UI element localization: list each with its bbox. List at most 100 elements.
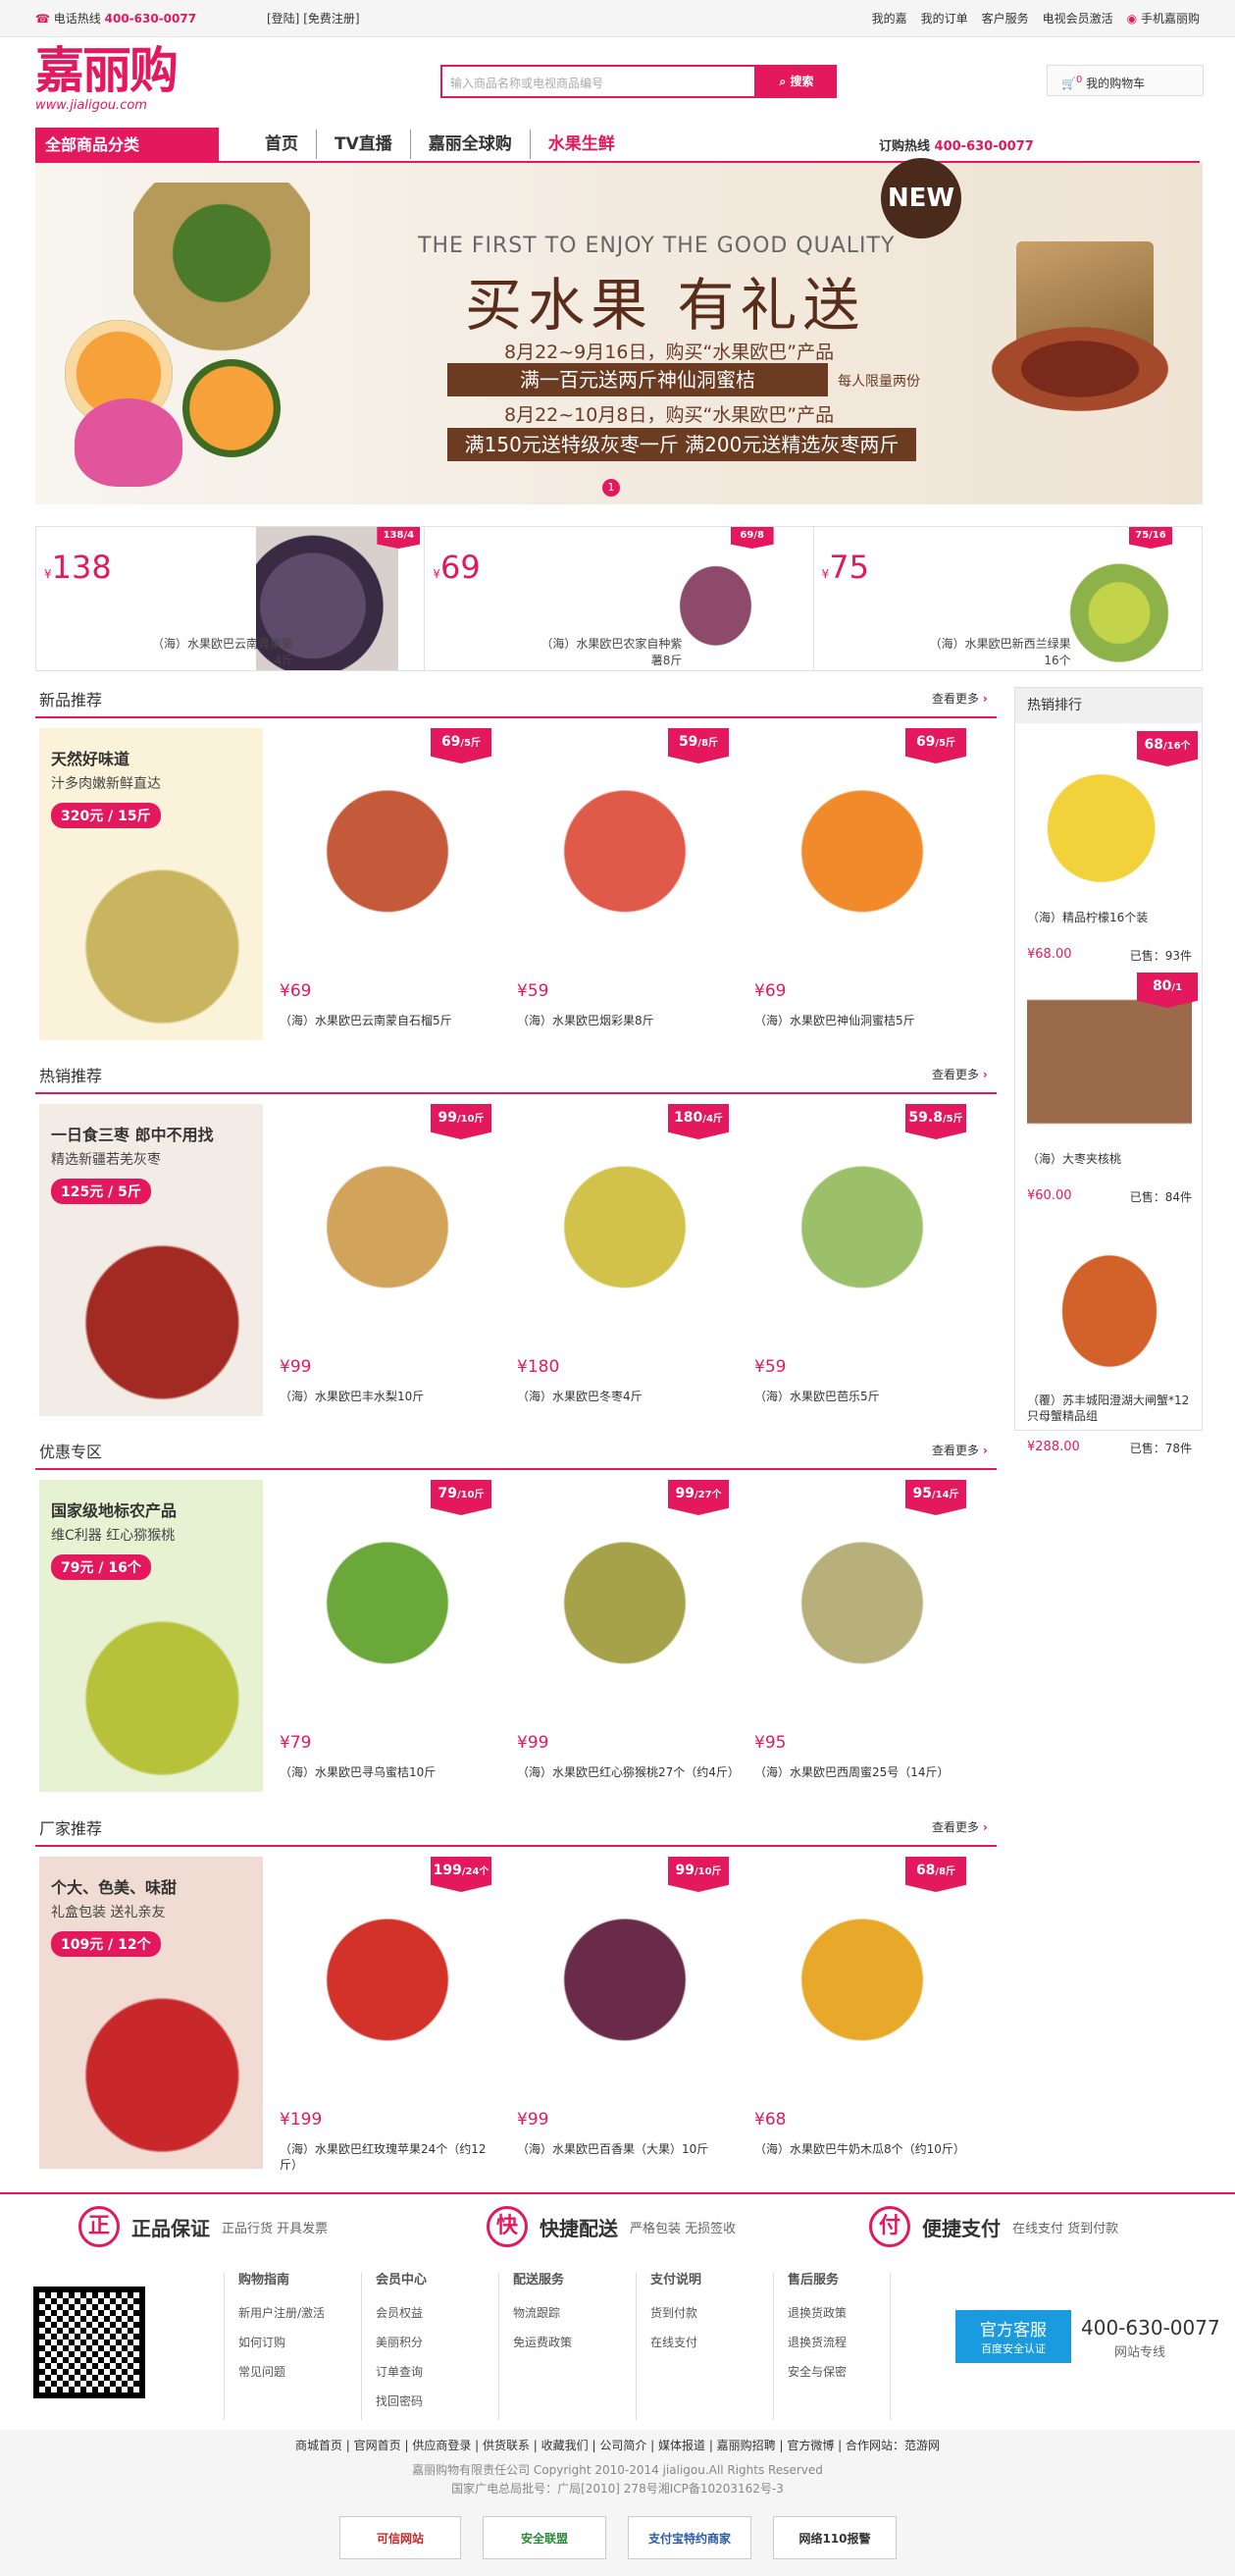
nav-tv-live[interactable]: TV直播: [317, 130, 411, 159]
mobile-icon: ◉: [1126, 12, 1138, 26]
guarantee-payment: 付 便捷支付 在线支付 货到付款: [869, 2206, 1118, 2247]
official-service-button[interactable]: 官方客服 百度安全认证: [955, 2310, 1071, 2363]
price-tag: 99/10斤: [668, 1857, 729, 1892]
footer-link[interactable]: 安全与保密: [788, 2357, 890, 2387]
hot-ranking-sidebar: 热销排行 68/16个 （海）精品柠檬16个装 ¥68.00 已售：93件 80…: [1014, 687, 1203, 1455]
nav-global[interactable]: 嘉丽全球购: [411, 130, 531, 159]
product-card[interactable]: 99/10斤 ¥99 （海）水果欧巴丰水梨10斤: [276, 1104, 499, 1416]
see-more-link[interactable]: 查看更多 ›: [932, 1066, 988, 1082]
ranking-item[interactable]: （覆）苏丰城阳澄湖大闸蟹*12只母蟹精品组 ¥288.00 已售：78件: [1015, 1214, 1202, 1455]
footer-phone: 400-630-0077: [1081, 2316, 1220, 2339]
footer-col-delivery: 配送服务 物流跟踪 免运费政策: [498, 2273, 636, 2420]
guarantee-authentic: 正 正品保证 正品行货 开具发票: [78, 2206, 328, 2247]
footer-link[interactable]: 常见问题: [238, 2357, 361, 2387]
footer-link[interactable]: 退换货政策: [788, 2298, 890, 2328]
product-card[interactable]: 68/8斤 ¥68 （海）水果欧巴牛奶木瓜8个（约10斤）: [750, 1857, 974, 2169]
footer-col-payment: 支付说明 货到付款 在线支付: [636, 2273, 773, 2420]
carousel-dot[interactable]: 1: [602, 479, 620, 497]
footer-link[interactable]: 在线支付: [650, 2328, 773, 2357]
product-card[interactable]: 69/5斤 ¥69 （海）水果欧巴云南蒙自石榴5斤: [276, 728, 499, 1040]
promo-item[interactable]: ¥75 75/16 （海）水果欧巴新西兰绿果16个: [814, 527, 1202, 670]
product-card[interactable]: 199/24个 ¥199 （海）水果欧巴红玫瑰苹果24个（约12斤）: [276, 1857, 499, 2172]
footer-link[interactable]: 如何订购: [238, 2328, 361, 2357]
promo-item[interactable]: ¥138 138/4 （海）水果欧巴云南青果葡4斤: [36, 527, 426, 670]
nav-fruit[interactable]: 水果生鲜: [531, 130, 633, 159]
section-divider: [35, 716, 997, 718]
sidebar-title: 热销排行: [1015, 688, 1202, 723]
price-tag: 68/16个: [1137, 731, 1198, 766]
product-card[interactable]: 59/8斤 ¥59 （海）水果欧巴烟彩果8斤: [513, 728, 737, 1040]
featured-promo[interactable]: 国家级地标农产品 维C利器 红心猕猴桃 79元 / 16个: [39, 1480, 263, 1792]
product-card[interactable]: 99/27个 ¥99 （海）水果欧巴红心猕猴桃27个（约4斤）: [513, 1480, 740, 1792]
footer-link[interactable]: 免运费政策: [513, 2328, 636, 2357]
featured-promo[interactable]: 一日食三枣 郎中不用找 精选新疆若羌灰枣 125元 / 5斤: [39, 1104, 263, 1416]
footer-link[interactable]: 物流跟踪: [513, 2298, 636, 2328]
footer-link[interactable]: 退换货流程: [788, 2328, 890, 2357]
guarantee-delivery: 快 快捷配送 严格包装 无损签收: [487, 2206, 736, 2247]
footer-link[interactable]: 会员权益: [376, 2298, 498, 2328]
search-button[interactable]: ⌕ 搜索: [756, 65, 837, 98]
top-links: 我的嘉 我的订单 客户服务 电视会员激活 ◉ 手机嘉丽购: [872, 10, 1200, 26]
featured-promo[interactable]: 天然好味道 汁多肉嫩新鲜直达 320元 / 15斤: [39, 728, 263, 1040]
top-link-tv-activate[interactable]: 电视会员激活: [1043, 10, 1113, 26]
search-input[interactable]: 输入商品名称或电视商品编号: [440, 65, 756, 98]
footer-columns: 购物指南 新用户注册/激活 如何订购 常见问题 会员中心 会员权益 美丽积分 订…: [224, 2273, 891, 2420]
price-tag: 59/8斤: [668, 728, 729, 763]
ranking-item[interactable]: 68/16个 （海）精品柠檬16个装 ¥68.00 已售：93件: [1015, 731, 1202, 967]
product-card[interactable]: 69/5斤 ¥69 （海）水果欧巴神仙洞蜜桔5斤: [750, 728, 974, 1040]
promo-item[interactable]: ¥69 69/8 （海）水果欧巴农家自种紫薯8斤: [425, 527, 814, 670]
see-more-link[interactable]: 查看更多 ›: [932, 1442, 988, 1458]
product-card[interactable]: 79/10斤 ¥79 （海）水果欧巴寻乌蜜桔10斤: [276, 1480, 499, 1792]
product-card[interactable]: 99/10斤 ¥99 （海）水果欧巴百香果（大果）10斤: [513, 1857, 737, 2169]
login-link[interactable]: [登陆]: [267, 12, 299, 26]
price-tag: 138/4: [377, 527, 421, 549]
phone-icon: ☎: [35, 12, 50, 26]
nav-home[interactable]: 首页: [247, 130, 317, 159]
main-nav: 首页 TV直播 嘉丽全球购 水果生鲜: [247, 130, 633, 159]
price-tag: 68/8斤: [905, 1857, 966, 1892]
cart-button[interactable]: 🛒0 我的购物车: [1047, 65, 1204, 96]
section-title-hot: 热销推荐: [39, 1067, 103, 1085]
basket-image: [133, 183, 310, 359]
footer-divider: [0, 2192, 1235, 2194]
price-tag: 75/16: [1128, 527, 1172, 549]
price-tag: 69/8: [730, 527, 774, 549]
order-hotline: 订购热线 400-630-0077: [879, 139, 1034, 154]
top-link-orders[interactable]: 我的订单: [921, 10, 968, 26]
footer-links[interactable]: 商城首页 | 官网首页 | 供应商登录 | 供货联系 | 收藏我们 | 公司简介…: [0, 2437, 1235, 2453]
section-title-discount: 优惠专区: [39, 1443, 103, 1461]
all-categories-button[interactable]: 全部商品分类: [35, 128, 219, 163]
top-link-my[interactable]: 我的嘉: [872, 10, 907, 26]
chevron-right-icon: ›: [982, 1820, 988, 1834]
register-link[interactable]: [免费注册]: [303, 12, 359, 26]
payment-icon: 付: [869, 2206, 910, 2247]
price-tag: 59.8/5斤: [905, 1104, 966, 1139]
product-card[interactable]: 180/4斤 ¥180 （海）水果欧巴冬枣4斤: [513, 1104, 737, 1416]
top-link-service[interactable]: 客户服务: [982, 10, 1029, 26]
ranking-item[interactable]: 80/1 （海）大枣夹核桃 ¥60.00 已售：84件: [1015, 973, 1202, 1208]
section-title-new: 新品推荐: [39, 691, 103, 710]
see-more-link[interactable]: 查看更多 ›: [932, 690, 988, 707]
alipay-badge[interactable]: 支付宝特约商家: [628, 2516, 751, 2559]
footer-link[interactable]: 美丽积分: [376, 2328, 498, 2357]
footer-link[interactable]: 货到付款: [650, 2298, 773, 2328]
product-card[interactable]: 95/14斤 ¥95 （海）水果欧巴西周蜜25号（14斤）: [750, 1480, 974, 1792]
section-divider: [35, 1845, 997, 1847]
featured-promo[interactable]: 个大、色美、味甜 礼盒包装 送礼亲友 109元 / 12个: [39, 1857, 263, 2169]
footer-link[interactable]: 订单查询: [376, 2357, 498, 2387]
product-card[interactable]: 59.8/5斤 ¥59 （海）水果欧巴芭乐5斤: [750, 1104, 974, 1416]
footer-link[interactable]: 新用户注册/激活: [238, 2298, 361, 2328]
trusted-site-badge[interactable]: 可信网站: [339, 2516, 461, 2559]
see-more-link[interactable]: 查看更多 ›: [932, 1818, 988, 1835]
chevron-right-icon: ›: [982, 1068, 988, 1081]
copyright: 嘉丽购物有限责任公司 Copyright 2010-2014 jialigou.…: [412, 2463, 823, 2477]
hero-banner[interactable]: THE FIRST TO ENJOY THE GOOD QUALITY 买水果 …: [35, 158, 1203, 504]
top-link-mobile[interactable]: ◉ 手机嘉丽购: [1127, 10, 1200, 26]
qr-code: [33, 2287, 145, 2398]
footer-link[interactable]: 找回密码: [376, 2387, 498, 2416]
police-badge[interactable]: 网络110报警: [773, 2516, 897, 2559]
price-tag: 180/4斤: [668, 1104, 729, 1139]
site-logo[interactable]: 嘉丽购 www.jialigou.com: [35, 43, 232, 118]
search-icon: ⌕: [779, 75, 787, 88]
security-badge[interactable]: 安全联盟: [483, 2516, 606, 2559]
